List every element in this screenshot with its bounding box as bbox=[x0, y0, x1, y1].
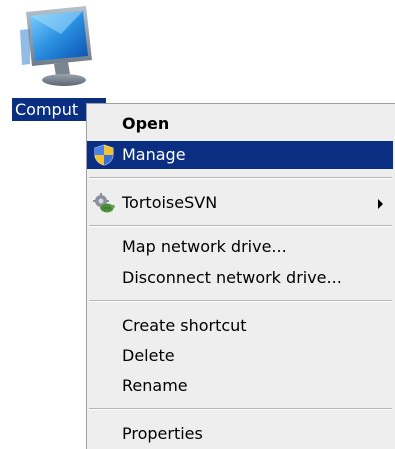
context-menu: Open Manage TortoiseSVN Map network driv… bbox=[86, 103, 395, 449]
menu-item-map-network-drive[interactable]: Map network drive... bbox=[87, 233, 393, 261]
menu-separator bbox=[89, 300, 392, 302]
menu-item-open[interactable]: Open bbox=[87, 110, 393, 138]
menu-item-label: Manage bbox=[122, 145, 186, 164]
menu-item-label: TortoiseSVN bbox=[122, 193, 218, 212]
menu-item-manage[interactable]: Manage bbox=[87, 141, 393, 169]
menu-item-tortoisesvn[interactable]: TortoiseSVN bbox=[87, 189, 393, 217]
menu-item-label: Properties bbox=[122, 424, 203, 443]
menu-item-label: Open bbox=[122, 114, 170, 133]
menu-item-rename[interactable]: Rename bbox=[87, 372, 393, 400]
menu-item-label: Rename bbox=[122, 376, 188, 395]
menu-item-label: Map network drive... bbox=[122, 237, 287, 256]
menu-item-label: Delete bbox=[122, 346, 175, 365]
desktop-computer-shortcut[interactable]: Comput bbox=[10, 4, 106, 121]
menu-separator bbox=[89, 177, 392, 179]
uac-shield-icon bbox=[93, 144, 115, 166]
menu-item-disconnect-network-drive[interactable]: Disconnect network drive... bbox=[87, 264, 393, 292]
menu-separator bbox=[89, 408, 392, 410]
menu-item-label: Disconnect network drive... bbox=[122, 268, 342, 287]
menu-item-create-shortcut[interactable]: Create shortcut bbox=[87, 312, 393, 340]
menu-separator bbox=[89, 225, 392, 227]
tortoisesvn-icon bbox=[93, 192, 115, 214]
menu-item-label: Create shortcut bbox=[122, 316, 247, 335]
menu-item-properties[interactable]: Properties bbox=[87, 420, 393, 448]
computer-icon[interactable] bbox=[16, 4, 102, 90]
menu-item-delete[interactable]: Delete bbox=[87, 342, 393, 370]
submenu-arrow-icon bbox=[378, 199, 383, 209]
